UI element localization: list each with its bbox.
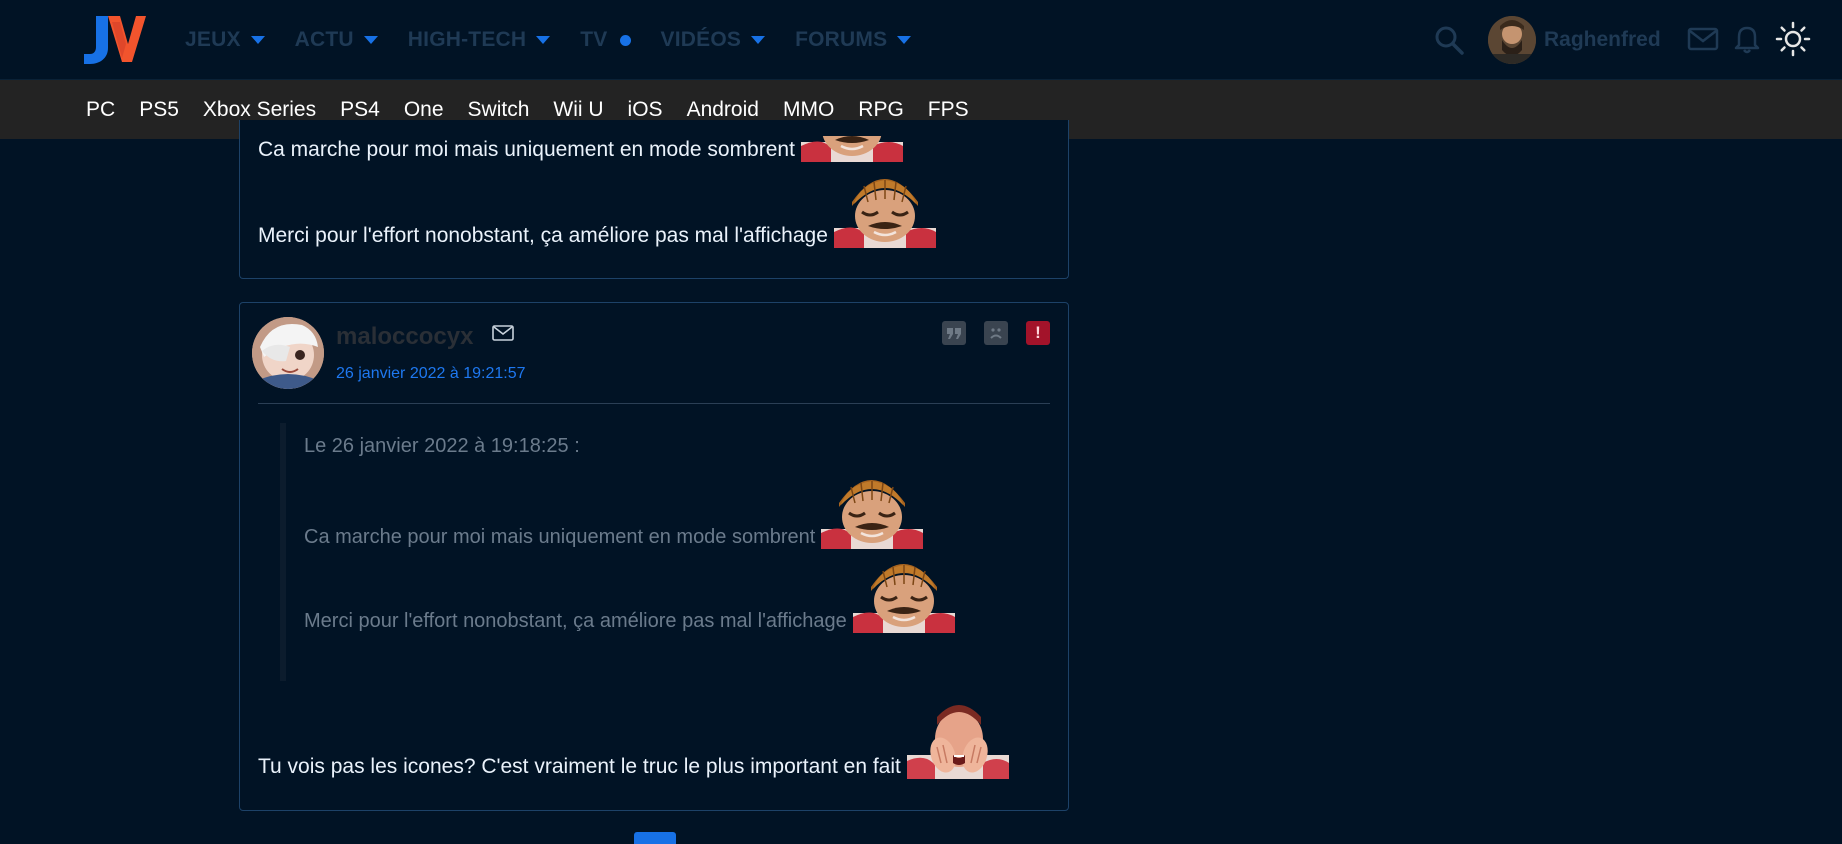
subnav-android[interactable]: Android [687,98,759,122]
subnav-pc[interactable]: PC [86,98,115,122]
forum-post: maloccocyx 26 janvier 2022 à 19:21:57 ! … [239,302,1069,811]
chevron-down-icon [897,36,912,44]
mail-icon[interactable] [1687,27,1719,51]
message-text: Merci pour l'effort nonobstant, ça améli… [258,224,828,247]
pagination-current-page[interactable] [634,832,676,844]
subnav-ps4[interactable]: PS4 [340,98,380,122]
nav-label: FORUMS [795,28,888,51]
message-text: Ca marche pour moi mais uniquement en mo… [258,138,795,161]
message-text: Tu vois pas les icones? C'est vraiment l… [258,755,901,778]
forum-post: Ca marche pour moi mais uniquement en mo… [239,120,1069,279]
subnav-rpg[interactable]: RPG [858,98,904,122]
subnav-one[interactable]: One [404,98,444,122]
nav-label: JEUX [185,28,241,51]
risitas-facepalm-sticker [905,703,1010,780]
message-line: Tu vois pas les icones? C'est vraiment l… [258,703,1010,780]
nav-label: ACTU [294,28,354,51]
quoted-message: Le 26 janvier 2022 à 19:18:25 : Ca march… [280,423,1000,681]
risitas-sticker [819,473,925,551]
quote-text: Le 26 janvier 2022 à 19:18:25 : [304,435,580,457]
chevron-down-icon [536,36,551,44]
message-line: Merci pour l'effort nonobstant, ça améli… [258,172,938,250]
top-header: JEUX ACTU HIGH-TECH TV VIDÉOS FORUMS Rag… [0,0,1842,80]
quote-text: Merci pour l'effort nonobstant, ça améli… [304,610,847,632]
author-name[interactable]: maloccocyx [336,323,473,351]
header-tools: Raghenfred [1422,0,1842,80]
subnav-fps[interactable]: FPS [928,98,969,122]
nav-label: VIDÉOS [660,28,742,51]
quote-icon[interactable] [942,321,966,345]
nav-forums[interactable]: FORUMS [795,28,912,52]
nav-label: TV [580,28,608,51]
quote-line: Ca marche pour moi mais uniquement en mo… [304,473,925,551]
bell-icon[interactable] [1733,24,1761,54]
chevron-down-icon [363,36,378,44]
subnav-switch[interactable]: Switch [468,98,530,122]
chevron-down-icon [250,36,265,44]
subnav-ps5[interactable]: PS5 [139,98,179,122]
avatar[interactable] [1488,16,1536,64]
chevron-down-icon [751,36,766,44]
message-line: Ca marche pour moi mais uniquement en mo… [258,136,903,162]
search-icon[interactable] [1434,25,1464,55]
nav-jeux[interactable]: JEUX [185,28,265,52]
subnav-mmo[interactable]: MMO [783,98,834,122]
sun-icon[interactable] [1775,21,1811,57]
subnav-ios[interactable]: iOS [628,98,663,122]
report-icon[interactable]: ! [1026,321,1050,345]
jv-logo[interactable] [82,14,146,64]
nav-high-tech[interactable]: HIGH-TECH [407,28,551,52]
nav-tv[interactable]: TV [580,28,631,52]
risitas-sticker [851,557,957,635]
quote-text: Ca marche pour moi mais uniquement en mo… [304,526,816,548]
subnav-xbox-series[interactable]: Xbox Series [203,98,316,122]
risitas-sticker [800,136,903,162]
quote-line: Merci pour l'effort nonobstant, ça améli… [304,557,957,635]
main-nav: JEUX ACTU HIGH-TECH TV VIDÉOS FORUMS [185,0,941,80]
mail-icon[interactable] [492,325,514,341]
author-avatar[interactable] [252,317,324,389]
nav-videos[interactable]: VIDÉOS [661,28,766,52]
post-date[interactable]: 26 janvier 2022 à 19:21:57 [336,365,525,383]
nav-label: HIGH-TECH [407,28,527,51]
username[interactable]: Raghenfred [1544,28,1661,52]
sad-face-icon[interactable] [984,321,1008,345]
nav-actu[interactable]: ACTU [295,28,378,52]
risitas-sticker [832,172,938,250]
post-divider [258,403,1050,404]
subnav-wii-u[interactable]: Wii U [553,98,603,122]
quote-header: Le 26 janvier 2022 à 19:18:25 : [304,435,580,458]
live-dot-icon [619,34,631,46]
